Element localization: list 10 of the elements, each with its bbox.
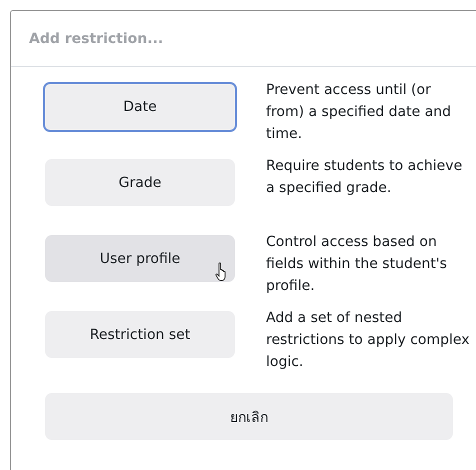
option-description: Add a set of nested restrictions to apply complex logic. (266, 309, 471, 372)
option-button[interactable]: Restriction set (45, 311, 235, 358)
cancel-button[interactable]: ยกเลิก (45, 393, 453, 440)
option-description: Prevent access until (or from) a specified date and time. (266, 81, 452, 144)
dialog-title: Add restriction... (29, 30, 164, 46)
option-button[interactable]: User profile (45, 235, 235, 282)
option-button[interactable]: Date (43, 82, 237, 132)
option-button[interactable]: Grade (45, 159, 235, 206)
option-description: Require students to achieve a specified grade. (266, 157, 464, 198)
option-description: Control access based on fields within the student's profile. (266, 233, 448, 296)
